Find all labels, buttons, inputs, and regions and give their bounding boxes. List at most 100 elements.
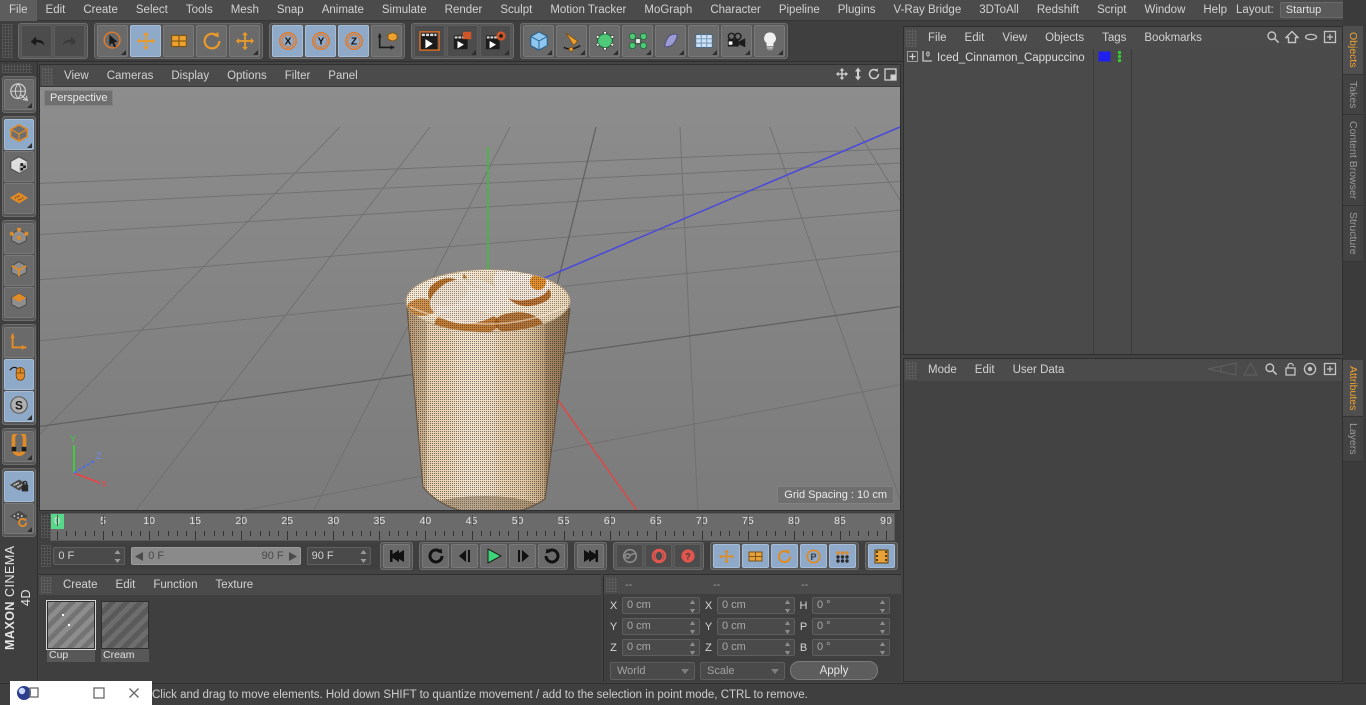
expand-plus-icon[interactable] — [907, 51, 918, 65]
magnet-button[interactable] — [4, 430, 34, 462]
attribute-menu-mode[interactable]: Mode — [919, 359, 966, 381]
viewport-menu-view[interactable]: View — [55, 65, 98, 87]
menu-help[interactable]: Help — [1194, 0, 1236, 21]
redo-button[interactable] — [54, 25, 85, 57]
attribute-menu-user-data[interactable]: User Data — [1004, 359, 1074, 381]
render-region-button[interactable] — [447, 25, 478, 57]
size-mode-dropdown[interactable]: Scale — [700, 661, 785, 680]
viewport-menu-options[interactable]: Options — [218, 65, 276, 87]
object-menu-file[interactable]: File — [919, 27, 956, 49]
expand-icon[interactable] — [1323, 30, 1337, 47]
play-backwards-button[interactable] — [422, 544, 449, 568]
object-menu-tags[interactable]: Tags — [1093, 27, 1135, 49]
object-menu-bookmarks[interactable]: Bookmarks — [1135, 27, 1211, 49]
viewport-grip[interactable] — [42, 66, 53, 85]
lock-workplane-button[interactable] — [4, 471, 34, 502]
timeline-button[interactable] — [868, 544, 895, 568]
go-to-start-button[interactable] — [383, 544, 410, 568]
tab-content-browser[interactable]: Content Browser — [1343, 115, 1363, 207]
expand-icon[interactable] — [1323, 362, 1337, 379]
material-menu-function[interactable]: Function — [144, 575, 206, 595]
enable-axis-button[interactable] — [4, 327, 34, 358]
menu-mesh[interactable]: Mesh — [222, 0, 268, 21]
material-thumbnail[interactable] — [46, 600, 96, 650]
range-left-arrow-icon[interactable] — [135, 551, 144, 561]
coord-input-z-1[interactable]: 0 cm — [717, 639, 795, 656]
coord-system-dropdown[interactable]: World — [610, 661, 695, 680]
range-right-arrow-icon[interactable] — [288, 551, 297, 561]
menu-file[interactable]: File — [0, 0, 37, 21]
enable-snap-button[interactable]: S — [4, 391, 34, 422]
material-name[interactable]: Cup — [47, 649, 95, 662]
edges-mode-button[interactable] — [4, 255, 34, 286]
object-name-label[interactable]: Iced_Cinnamon_Cappuccino — [937, 52, 1085, 64]
menu-v-ray-bridge[interactable]: V-Ray Bridge — [884, 0, 970, 21]
lock-icon[interactable] — [1284, 362, 1297, 379]
menu-edit[interactable]: Edit — [37, 0, 75, 21]
coord-input-z-0[interactable]: 0 cm — [622, 639, 700, 656]
pla-key-button[interactable] — [829, 544, 856, 568]
preview-range-bar[interactable]: 0 F 90 F — [131, 547, 301, 565]
menu-pipeline[interactable]: Pipeline — [770, 0, 829, 21]
menu-plugins[interactable]: Plugins — [829, 0, 885, 21]
viewport-solo-button[interactable] — [4, 359, 34, 390]
play-button[interactable] — [480, 544, 507, 568]
powerslider-grip[interactable] — [41, 545, 52, 567]
viewport-canvas[interactable] — [40, 87, 900, 510]
menu-render[interactable]: Render — [436, 0, 492, 21]
spline-pen-button[interactable] — [556, 25, 587, 57]
cube-primitive-button[interactable] — [523, 25, 554, 57]
pan-icon[interactable] — [835, 67, 849, 84]
viewport-menu-panel[interactable]: Panel — [319, 65, 366, 87]
menu-3dtoall[interactable]: 3DToAll — [970, 0, 1028, 21]
menu-window[interactable]: Window — [1135, 0, 1194, 21]
tab-structure[interactable]: Structure — [1343, 206, 1363, 262]
next-frame-button[interactable] — [509, 544, 536, 568]
apply-button[interactable]: Apply — [790, 661, 878, 680]
left-toolbar-grip[interactable] — [2, 64, 32, 73]
minimize-icon[interactable] — [46, 681, 82, 705]
workplane-mode-button[interactable] — [4, 183, 34, 214]
toolbar-grip[interactable] — [2, 24, 13, 58]
world-object-axis-button[interactable] — [371, 25, 402, 57]
points-mode-button[interactable] — [4, 223, 34, 254]
tab-layers[interactable]: Layers — [1343, 417, 1363, 462]
material-name[interactable]: Cream — [101, 649, 149, 662]
object-tag-column[interactable] — [1094, 49, 1132, 354]
coordinates-grip[interactable] — [606, 577, 617, 592]
object-tree-column[interactable]: 0 Iced_Cinnamon_Cappuccino — [904, 49, 1094, 354]
render-view-button[interactable] — [414, 25, 445, 57]
texture-mode-button[interactable] — [4, 151, 34, 182]
go-to-end-button[interactable] — [577, 544, 604, 568]
coord-input-x-1[interactable]: 0 cm — [717, 597, 795, 614]
move-button[interactable] — [130, 25, 161, 57]
object-manager-body[interactable]: 0 Iced_Cinnamon_Cappuccino — [904, 49, 1342, 354]
menu-simulate[interactable]: Simulate — [373, 0, 436, 21]
coord-input-y-1[interactable]: 0 cm — [717, 618, 795, 635]
object-menu-edit[interactable]: Edit — [956, 27, 994, 49]
light-button[interactable] — [754, 25, 785, 57]
record-key-button[interactable] — [616, 544, 643, 568]
scale-button[interactable] — [163, 25, 194, 57]
coord-input-x-0[interactable]: 0 cm — [622, 597, 700, 614]
tab-objects[interactable]: Objects — [1343, 26, 1363, 75]
tab-attributes[interactable]: Attributes — [1343, 360, 1363, 418]
material-tag-icon[interactable] — [1098, 50, 1111, 66]
previous-frame-button[interactable] — [451, 544, 478, 568]
material-item[interactable]: Cup — [46, 600, 96, 677]
undo-button[interactable] — [21, 25, 52, 57]
make-editable-button[interactable] — [4, 79, 34, 110]
menu-script[interactable]: Script — [1088, 0, 1135, 21]
menu-select[interactable]: Select — [127, 0, 177, 21]
autokeying-button[interactable] — [645, 544, 672, 568]
coord-input-b-2[interactable]: 0 ° — [812, 639, 890, 656]
viewport-menu-display[interactable]: Display — [162, 65, 218, 87]
attribute-manager-grip[interactable] — [906, 361, 917, 379]
home-icon[interactable] — [1284, 30, 1300, 47]
close-icon[interactable] — [117, 681, 153, 705]
rotate-button[interactable] — [196, 25, 227, 57]
menu-redshift[interactable]: Redshift — [1028, 0, 1088, 21]
parameter-key-button[interactable]: P — [800, 544, 827, 568]
viewport-menu-cameras[interactable]: Cameras — [98, 65, 163, 87]
menu-snap[interactable]: Snap — [268, 0, 313, 21]
